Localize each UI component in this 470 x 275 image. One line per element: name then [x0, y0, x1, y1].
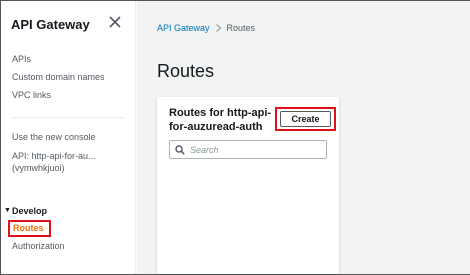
sidebar-section-develop[interactable]: Develop — [12, 206, 47, 216]
search-icon — [175, 145, 185, 155]
breadcrumb: API Gateway Routes — [157, 23, 255, 33]
sidebar-item-custom-domain-names[interactable]: Custom domain names — [12, 72, 105, 82]
sidebar-item-vpc-links[interactable]: VPC links — [12, 90, 51, 100]
breadcrumb-current: Routes — [226, 23, 256, 33]
search-box[interactable] — [169, 140, 327, 159]
api-selector-line2[interactable]: (vymwhkjuoi) — [12, 163, 65, 173]
search-input[interactable] — [190, 143, 320, 156]
sidebar-title: API Gateway — [11, 17, 90, 32]
sidebar-item-authorization[interactable]: Authorization — [12, 241, 65, 251]
routes-card-title: Routes for http-api-for-auzuread-auth — [169, 107, 272, 133]
routes-card: Routes for http-api-for-auzuread-auth Cr… — [157, 97, 339, 274]
caret-down-icon[interactable]: ▼ — [4, 207, 11, 214]
sidebar: API Gateway APIs Custom domain names VPC… — [1, 1, 136, 274]
page-title: Routes — [157, 61, 215, 81]
sidebar-divider — [12, 117, 124, 118]
chevron-right-icon — [215, 24, 221, 32]
new-console-link[interactable]: Use the new console — [12, 132, 96, 142]
main-content: API Gateway Routes Routes Routes for http… — [137, 1, 470, 274]
close-icon[interactable] — [108, 15, 122, 29]
sidebar-item-routes-label: Routes — [13, 223, 44, 233]
create-button[interactable]: Create — [280, 111, 331, 127]
app-frame: API Gateway APIs Custom domain names VPC… — [0, 0, 470, 275]
breadcrumb-api-gateway[interactable]: API Gateway — [157, 23, 210, 33]
sidebar-item-routes[interactable]: Routes — [8, 220, 51, 237]
sidebar-item-apis[interactable]: APIs — [12, 54, 31, 64]
create-button-highlight: Create — [275, 107, 336, 131]
api-selector-line1[interactable]: API: http-api-for-au... — [12, 151, 96, 161]
